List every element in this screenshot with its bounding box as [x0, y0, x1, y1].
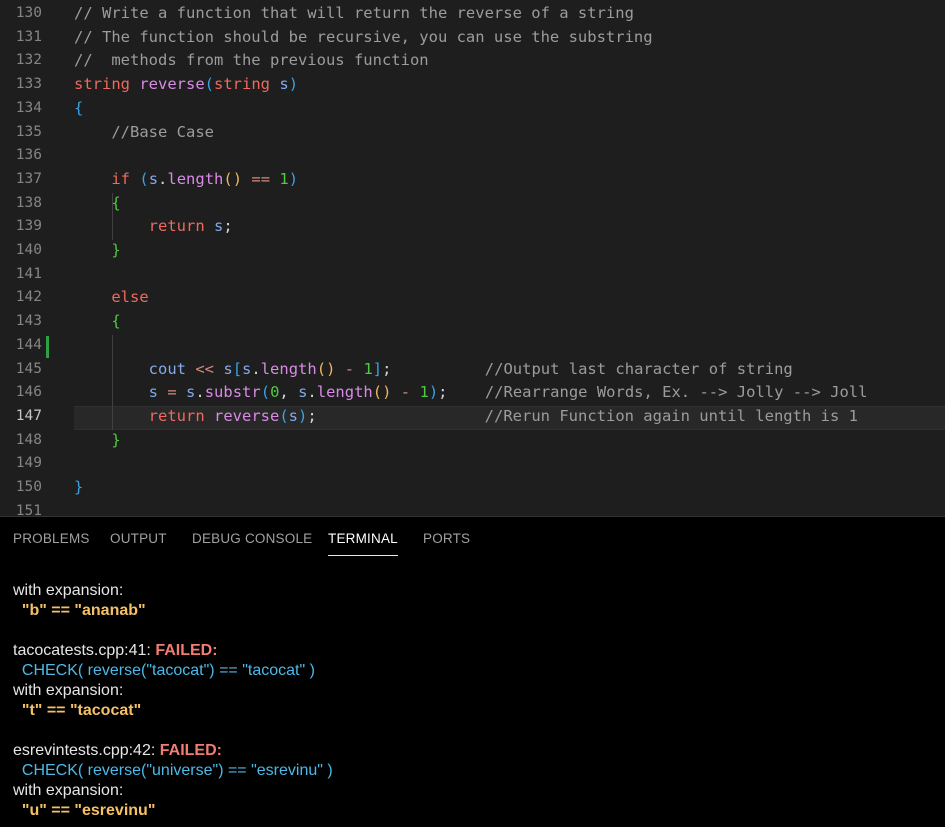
line-number: 133 — [15, 76, 42, 93]
code-text: return reverse(s); //Rerun Function agai… — [148, 406, 858, 425]
terminal-line: with expansion: — [13, 581, 123, 601]
code-text: { — [111, 193, 121, 212]
terminal-line: with expansion: — [13, 681, 123, 701]
tab-problems[interactable]: PROBLEMS — [13, 531, 90, 546]
line-number: 139 — [15, 218, 42, 235]
code-line-139[interactable]: 139 return s; — [0, 215, 945, 239]
code-text: { — [74, 98, 84, 117]
code-line-134[interactable]: 134 { — [0, 97, 945, 121]
code-line-131[interactable]: 131 // The function should be recursive, … — [0, 26, 945, 50]
line-number: 151 — [15, 502, 42, 516]
terminal-line: esrevintests.cpp:42: FAILED: — [13, 741, 222, 761]
line-number: 134 — [15, 99, 42, 116]
code-line-144[interactable]: 144 — [0, 334, 945, 358]
line-number: 132 — [15, 52, 42, 69]
code-line-149[interactable]: 149 — [0, 452, 945, 476]
bottom-panel: PROBLEMS OUTPUT DEBUG CONSOLE TERMINAL PORTS… — [0, 516, 945, 827]
test-location: tacocatests.cpp:41: — [13, 642, 156, 659]
terminal-text: with expansion: — [13, 582, 124, 599]
active-tab-indicator — [328, 555, 398, 556]
expansion-value: "t" == "tacocat" — [13, 702, 142, 719]
line-number: 145 — [15, 360, 42, 377]
code-text: //Base Case — [111, 122, 214, 141]
code-text: // methods from the previous function — [74, 51, 429, 70]
line-number: 147 — [15, 407, 42, 424]
line-number: 143 — [15, 313, 42, 330]
code-text: } — [111, 241, 121, 259]
code-line-138[interactable]: 138 { — [0, 192, 945, 216]
code-line-142[interactable]: 142 else — [0, 286, 945, 310]
line-number: 136 — [15, 147, 42, 164]
code-text: else — [111, 288, 149, 307]
expansion-value: "b" == "ananab" — [13, 602, 146, 619]
code-line-143[interactable]: 143 { — [0, 310, 945, 334]
line-number: 148 — [15, 431, 42, 448]
line-number: 135 — [15, 123, 42, 140]
code-line-132[interactable]: 132 // methods from the previous function — [0, 49, 945, 73]
line-number: 146 — [15, 384, 42, 401]
terminal-line: "u" == "esrevinu" — [13, 801, 156, 821]
check-expression: CHECK( reverse("universe") == "esrevinu"… — [13, 762, 333, 779]
terminal-line: with expansion: — [13, 781, 123, 801]
failed-label: FAILED: — [159, 742, 222, 759]
line-number: 130 — [15, 5, 42, 21]
code-line-151[interactable]: 151 — [0, 500, 945, 516]
code-text: return s; — [148, 217, 233, 236]
check-expression: CHECK( reverse("tacocat") == "tacocat" ) — [13, 662, 315, 679]
code-text: } — [74, 478, 84, 496]
code-line-145[interactable]: 145 cout << s[s.length() - 1]; //Output … — [0, 358, 945, 382]
code-line-147[interactable]: 147 return reverse(s); //Rerun Function … — [0, 405, 945, 429]
line-number: 137 — [15, 170, 42, 187]
code-text: // The function should be recursive, you… — [74, 27, 653, 46]
test-location: esrevintests.cpp:42: — [13, 742, 160, 759]
line-number: 144 — [15, 336, 42, 353]
terminal-text: with expansion: — [13, 682, 124, 699]
code-text: s = s.substr(0, s.length() - 1); //Rearr… — [148, 383, 868, 402]
code-line-133[interactable]: 133 string reverse(string s) — [0, 73, 945, 97]
tab-terminal[interactable]: TERMINAL — [328, 531, 398, 546]
code-line-141[interactable]: 141 — [0, 263, 945, 287]
line-number: 149 — [15, 455, 42, 472]
tab-debug-console[interactable]: DEBUG CONSOLE — [192, 531, 312, 546]
code-text: // Write a function that will return the… — [74, 4, 634, 22]
code-line-148[interactable]: 148 } — [0, 429, 945, 453]
line-number: 142 — [15, 289, 42, 306]
code-editor[interactable]: 130 // Write a function that will return … — [0, 0, 945, 516]
terminal-line: tacocatests.cpp:41: FAILED: — [13, 641, 218, 661]
terminal-line: CHECK( reverse("universe") == "esrevinu"… — [13, 761, 333, 781]
code-line-140[interactable]: 140 } — [0, 239, 945, 263]
code-text: } — [111, 430, 121, 449]
line-number: 150 — [15, 479, 42, 495]
code-line-146[interactable]: 146 s = s.substr(0, s.length() - 1); //R… — [0, 381, 945, 405]
code-line-137[interactable]: 137 if (s.length() == 1) — [0, 168, 945, 192]
failed-label: FAILED: — [155, 642, 218, 659]
code-line-150[interactable]: 150} — [0, 476, 945, 500]
code-text: string reverse(string s) — [74, 75, 299, 94]
code-text: if (s.length() == 1) — [111, 169, 299, 188]
terminal-line: CHECK( reverse("tacocat") == "tacocat" ) — [13, 661, 315, 681]
tab-ports[interactable]: PORTS — [423, 531, 470, 546]
line-number: 131 — [15, 28, 42, 45]
line-number: 138 — [15, 194, 42, 211]
code-text: { — [111, 312, 121, 331]
terminal-line: "b" == "ananab" — [13, 601, 146, 621]
code-line-130[interactable]: 130 // Write a function that will return … — [0, 2, 945, 26]
code-line-135[interactable]: 135 //Base Case — [0, 121, 945, 145]
terminal-line: "t" == "tacocat" — [13, 701, 141, 721]
tab-output[interactable]: OUTPUT — [110, 531, 167, 546]
line-number: 140 — [15, 242, 42, 258]
line-number: 141 — [15, 265, 42, 282]
terminal-text: with expansion: — [13, 782, 124, 799]
code-text: cout << s[s.length() - 1]; //Output last… — [148, 359, 793, 378]
code-line-136[interactable]: 136 — [0, 144, 945, 168]
expansion-value: "u" == "esrevinu" — [13, 802, 156, 819]
